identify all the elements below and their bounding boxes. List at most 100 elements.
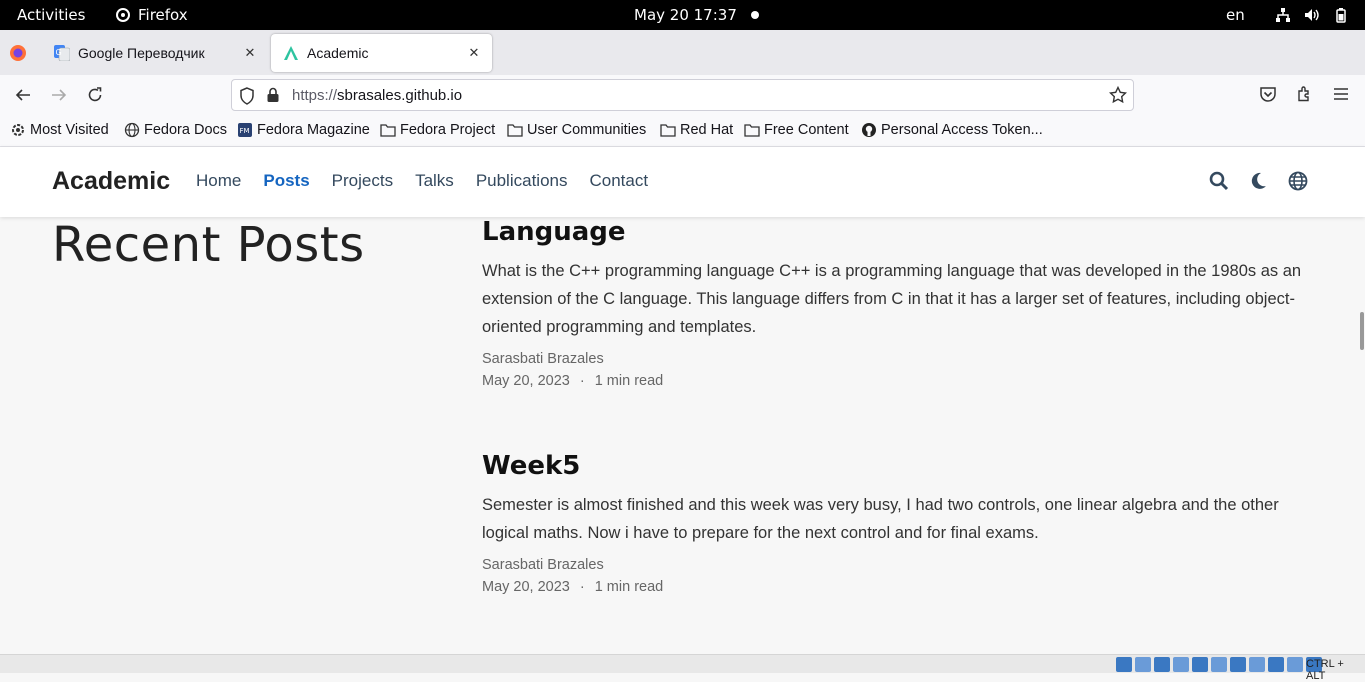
search-icon[interactable] [1208, 170, 1230, 192]
site-brand[interactable]: Academic [52, 167, 170, 196]
site-navbar: Academic Home Posts Projects Talks Publi… [0, 147, 1365, 217]
firefox-view-icon[interactable] [8, 43, 28, 63]
app-menu[interactable]: Firefox [116, 6, 188, 24]
bookmark-label: User Communities [527, 122, 647, 138]
system-tray[interactable] [1274, 6, 1349, 23]
gear-icon [10, 122, 26, 138]
folder-icon [660, 122, 676, 138]
notification-dot [751, 11, 759, 19]
mouse-integration-icon[interactable] [1287, 657, 1303, 672]
recording-icon[interactable] [1249, 657, 1265, 672]
svg-text:FM: FM [240, 127, 250, 135]
academic-favicon-icon [283, 45, 299, 61]
url-text[interactable]: https://sbrasales.github.io [292, 87, 462, 104]
close-tab-icon[interactable]: ✕ [238, 45, 262, 61]
fedora-magazine-icon: FM [237, 122, 253, 138]
svg-text:G: G [56, 48, 62, 57]
menu-talks[interactable]: Talks [415, 171, 454, 191]
dark-mode-icon[interactable] [1247, 170, 1269, 192]
tab-title: Academic [307, 45, 369, 61]
bookmark-personal-access-token[interactable]: Personal Access Token... [861, 122, 1043, 138]
google-translate-icon: G [54, 45, 70, 61]
cpu-icon[interactable] [1268, 657, 1284, 672]
page-scrollbar[interactable] [1360, 312, 1364, 350]
site-menu: Home Posts Projects Talks Publications C… [196, 171, 670, 191]
post-meta: May 20, 2023 · 1 min read [482, 373, 1302, 389]
menu-home[interactable]: Home [196, 171, 241, 191]
bookmark-label: Fedora Docs [144, 122, 228, 138]
bookmark-fedora-magazine[interactable]: FM Fedora Magazine [237, 122, 370, 138]
navigation-toolbar: https://sbrasales.github.io [0, 75, 1365, 115]
tab-title: Google Переводчик [78, 45, 205, 61]
bookmark-label: Fedora Magazine [257, 122, 370, 138]
optical-drive-icon[interactable] [1135, 657, 1151, 672]
bookmark-red-hat[interactable]: Red Hat [660, 122, 733, 138]
tracking-protection-icon[interactable] [239, 87, 255, 110]
audio-icon[interactable] [1154, 657, 1170, 672]
bookmark-label: Red Hat [680, 122, 734, 138]
post-author[interactable]: Sarasbati Brazales [482, 557, 1302, 573]
post-summary: What is the C++ programming language C++… [482, 262, 1302, 336]
bookmark-free-content[interactable]: Free Content [744, 122, 849, 138]
post-title[interactable]: Week5 [482, 451, 1302, 481]
forward-button[interactable] [49, 85, 69, 105]
clock[interactable]: May 20 17:37 [634, 6, 737, 24]
power-icon [1332, 6, 1349, 23]
tab-bar: G Google Переводчик ✕ Academic ✕ + ✕ [0, 30, 1365, 93]
post-read-time: 1 min read [594, 373, 664, 389]
volume-icon [1303, 6, 1320, 23]
meta-separator: · [579, 579, 585, 595]
keyboard-language[interactable]: en [1226, 6, 1245, 24]
app-name: Firefox [138, 6, 188, 24]
close-tab-icon[interactable]: ✕ [462, 45, 486, 61]
reload-button[interactable] [85, 85, 105, 105]
firefox-app-icon [116, 8, 130, 22]
hard-disk-icon[interactable] [1116, 657, 1132, 672]
post-meta: May 20, 2023 · 1 min read [482, 579, 1302, 595]
post-date: May 20, 2023 [482, 373, 570, 389]
folder-icon [507, 122, 523, 138]
lock-icon[interactable] [266, 87, 280, 108]
url-scheme: https:// [292, 87, 338, 104]
host-key-label: CTRL + ALT [1306, 658, 1344, 682]
github-icon [861, 122, 877, 138]
page-content: Recent Posts Language What is the C++ pr… [0, 217, 1365, 654]
meta-separator: · [579, 373, 585, 389]
url-host: sbrasales.github.io [337, 87, 463, 104]
usb-icon[interactable] [1192, 657, 1208, 672]
pocket-icon[interactable] [1259, 85, 1277, 108]
tab-academic[interactable]: Academic ✕ [271, 34, 492, 72]
bookmark-star-icon[interactable] [1108, 85, 1128, 109]
address-bar[interactable]: https://sbrasales.github.io [231, 79, 1134, 111]
bookmark-fedora-project[interactable]: Fedora Project [380, 122, 495, 138]
bookmark-label: Free Content [764, 122, 849, 138]
folder-icon [744, 122, 760, 138]
post-title[interactable]: Language [482, 217, 1302, 247]
bookmark-label: Most Visited [30, 122, 109, 138]
menu-publications[interactable]: Publications [476, 171, 568, 191]
menu-contact[interactable]: Contact [589, 171, 648, 191]
bookmark-user-communities[interactable]: User Communities [507, 122, 646, 138]
menu-posts[interactable]: Posts [263, 171, 309, 191]
activities-button[interactable]: Activities [17, 6, 85, 24]
network-icon [1274, 6, 1291, 23]
language-globe-icon[interactable] [1287, 170, 1309, 192]
page-title: Recent Posts [52, 217, 365, 273]
post-item: Week5 Semester is almost finished and th… [482, 451, 1302, 595]
post-summary: Semester is almost finished and this wee… [482, 496, 1279, 542]
bookmark-most-visited[interactable]: Most Visited [10, 122, 109, 138]
bookmark-fedora-docs[interactable]: Fedora Docs [124, 122, 227, 138]
extensions-icon[interactable] [1296, 85, 1314, 108]
post-item: Language What is the C++ programming lan… [482, 217, 1302, 389]
post-author[interactable]: Sarasbati Brazales [482, 351, 1302, 367]
menu-projects[interactable]: Projects [332, 171, 393, 191]
back-button[interactable] [13, 85, 33, 105]
system-top-bar: Activities Firefox May 20 17:37 en [0, 0, 1365, 30]
network-adapter-icon[interactable] [1173, 657, 1189, 672]
post-read-time: 1 min read [594, 579, 664, 595]
tab-google-translate[interactable]: G Google Переводчик ✕ [42, 34, 268, 72]
shared-folder-icon[interactable] [1211, 657, 1227, 672]
vm-status-bar: CTRL + ALT [0, 654, 1365, 682]
display-icon[interactable] [1230, 657, 1246, 672]
app-menu-icon[interactable] [1332, 85, 1350, 108]
